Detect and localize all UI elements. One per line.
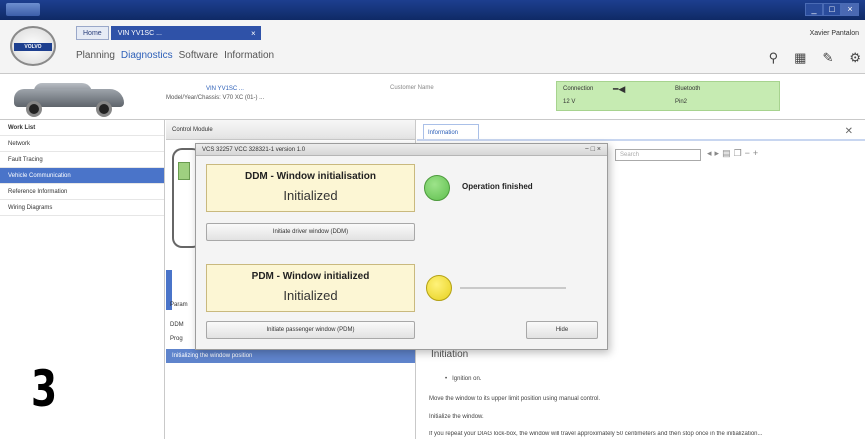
nav-wiring-diagrams[interactable]: Wiring Diagrams — [0, 200, 164, 216]
pdm-status: Initialized — [283, 288, 338, 303]
vehicle-info-bar: VIN YV1SC ... Model/Year/Chassis: V70 XC… — [0, 75, 865, 120]
ddm-title: DDM - Window initialisation — [244, 171, 376, 182]
tab-underline — [417, 139, 865, 141]
menu-planning[interactable]: Planning — [76, 50, 115, 61]
menu-diagnostics[interactable]: Diagnostics — [121, 50, 173, 61]
volvo-logo-icon: VOLVO — [10, 26, 56, 66]
copy-icon[interactable]: ❐ — [734, 148, 745, 158]
info-search-input[interactable]: Search — [615, 149, 701, 161]
ddm-status-box: DDM - Window initialisation Initialized — [206, 164, 415, 212]
hide-button[interactable]: Hide — [526, 321, 598, 339]
close-panel-icon[interactable]: ✕ — [845, 126, 853, 137]
tab-vehicle-session[interactable]: VIN YV1SC ... × — [110, 26, 261, 41]
vehicle-image — [6, 81, 134, 117]
pin-label: Pin2 — [675, 99, 688, 105]
pdm-title: PDM - Window initialized — [251, 271, 370, 282]
info-bullet: • Ignition on. — [445, 376, 482, 382]
pdm-status-lamp — [426, 275, 452, 301]
print-icon[interactable]: ▤ — [722, 148, 734, 158]
nav-network[interactable]: Network — [0, 136, 164, 152]
zoom-out-icon[interactable]: − — [745, 148, 753, 158]
init-window-position-row[interactable]: Initializing the window position — [166, 349, 415, 363]
next-icon[interactable]: ▸ — [715, 148, 723, 158]
window-initialisation-dialog: VCS 32257 VCC 328321-1 version 1.0 − □ ×… — [195, 143, 608, 350]
info-line-2: Move the window to its upper limit posit… — [429, 396, 601, 402]
menu-information[interactable]: Information — [224, 50, 274, 61]
param-row[interactable]: Param — [170, 302, 188, 308]
app-header: VOLVO Home VIN YV1SC ... × Xavier Pantal… — [0, 20, 865, 74]
connector-icon: ━◀ — [613, 84, 626, 94]
vin-line: VIN YV1SC ... — [206, 86, 244, 92]
ddm-status: Initialized — [283, 188, 338, 203]
info-section-title: Initiation — [431, 349, 469, 360]
tab-information[interactable]: Information — [423, 124, 479, 140]
nav-reference-information[interactable]: Reference Information — [0, 184, 164, 200]
left-navigation: Work List Network Fault Tracing Vehicle … — [0, 120, 165, 439]
prev-icon[interactable]: ◂ — [707, 148, 715, 158]
customer-name-label: Customer Name — [390, 85, 434, 91]
session-tabs: Home VIN YV1SC ... × — [76, 26, 261, 42]
nav-vehicle-communication[interactable]: Vehicle Communication — [0, 168, 164, 184]
nav-work-list[interactable]: Work List — [0, 120, 164, 136]
dialog-title: VCS 32257 VCC 328321-1 version 1.0 — [196, 144, 607, 156]
window-titlebar: _ □ × — [0, 0, 865, 20]
info-line-3: Initialize the window. — [429, 414, 484, 420]
tab-vehicle-session-label: VIN YV1SC ... — [117, 30, 162, 37]
search-icon[interactable]: ⚲ — [769, 50, 779, 66]
tab-home[interactable]: Home — [76, 26, 109, 40]
grid-icon[interactable]: ▦ — [794, 50, 806, 66]
ddm-status-lamp — [424, 175, 450, 201]
maximize-button[interactable]: □ — [823, 3, 841, 16]
app-window: _ □ × VOLVO Home VIN YV1SC ... × Xavier … — [0, 0, 865, 439]
step-number: 3 — [31, 360, 58, 418]
nav-fault-tracing[interactable]: Fault Tracing — [0, 152, 164, 168]
operation-status: Operation finished — [462, 182, 533, 191]
connection-label: Connection — [563, 86, 594, 92]
ddm-row[interactable]: DDM — [170, 322, 184, 328]
vehicle-vin: VIN YV1SC ... Model/Year/Chassis: V70 XC… — [166, 85, 264, 103]
dialog-window-controls[interactable]: − □ × — [585, 144, 601, 156]
pdm-progress-bar — [460, 287, 566, 289]
model-line: Model/Year/Chassis: V70 XC (01-) ... — [166, 95, 265, 101]
wrench-icon[interactable]: ✎ — [822, 50, 833, 66]
minimize-button[interactable]: _ — [805, 3, 823, 16]
main-menu: Planning Diagnostics Software Informatio… — [76, 50, 274, 61]
close-tab-icon[interactable]: × — [251, 27, 256, 41]
info-line-1: Ignition on. — [452, 376, 482, 382]
gear-icon[interactable]: ⚙ — [849, 50, 861, 66]
battery-voltage: 12 V — [563, 99, 576, 105]
initiate-passenger-window-button[interactable]: Initiate passenger window (PDM) — [206, 321, 415, 339]
initiate-driver-window-button[interactable]: Initiate driver window (DDM) — [206, 223, 415, 241]
module-status-indicator — [178, 162, 190, 180]
menu-software[interactable]: Software — [179, 50, 218, 61]
user-name: Xavier Pantalon — [809, 30, 859, 37]
bluetooth-label: Bluetooth — [675, 86, 701, 92]
close-window-button[interactable]: × — [841, 3, 859, 16]
control-module-header: Control Module — [166, 120, 415, 140]
zoom-in-icon[interactable]: + — [753, 148, 761, 158]
info-line-4: If you repeat your DIAG lock-box, the wi… — [429, 431, 763, 437]
prog-row[interactable]: Prog — [170, 336, 183, 342]
connection-status-box: Connection ━◀ 12 V Bluetooth Pin2 — [556, 81, 780, 111]
header-toolbar: ⚲ ▦ ✎ ⚙ — [769, 50, 861, 66]
info-toolbar: ◂▸▤❐−+ — [707, 148, 761, 159]
pdm-status-box: PDM - Window initialized Initialized — [206, 264, 415, 312]
app-logo-icon — [6, 3, 40, 16]
